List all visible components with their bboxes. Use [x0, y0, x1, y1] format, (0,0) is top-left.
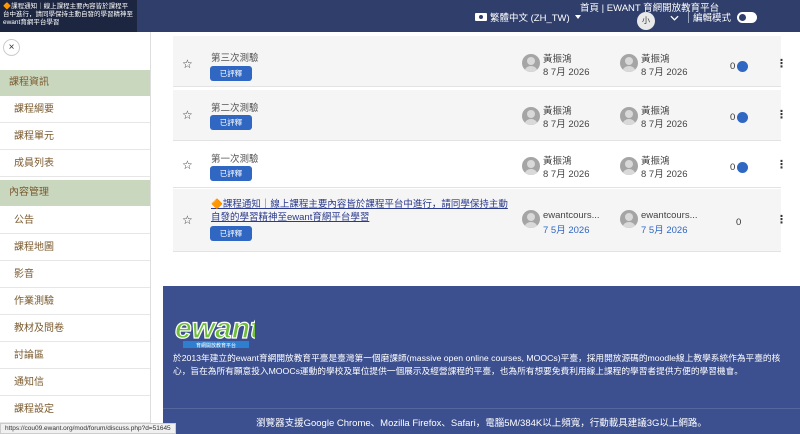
reply-count: 0	[730, 61, 736, 72]
author-avatar	[522, 107, 540, 125]
more-actions-icon[interactable]: ⋮	[776, 158, 787, 171]
last-post-date: 8 7月 2026	[641, 119, 688, 130]
sidebar-item-videos[interactable]: 影音	[0, 262, 150, 288]
more-actions-icon[interactable]: ⋮	[776, 213, 787, 226]
discussion-title-link[interactable]: 🔶課程通知｜線上課程主要內容皆於課程平台中進行，請同學保持主動自發的學習精神至e…	[211, 198, 511, 224]
sidebar-item-assignments[interactable]: 作業測驗	[0, 289, 150, 315]
edit-mode-switch[interactable]: 編輯模式	[693, 10, 758, 24]
subscribe-toggle[interactable]	[737, 61, 748, 72]
discussion-title[interactable]: 第三次測驗	[211, 50, 259, 64]
edit-mode-label: 編輯模式	[693, 13, 732, 24]
link-status-bar: https://cou09.ewant.org/mod/forum/discus…	[0, 423, 176, 434]
reply-count: 0	[730, 162, 736, 173]
discussion-list: ☆ 第三次測驗 已評釋 黃振鴻 8 7月 2026 黃振鴻 8 7月 2026 …	[151, 32, 800, 286]
svg-text:ewant: ewant	[175, 312, 255, 345]
sidebar-item-materials[interactable]: 教材及問卷	[0, 316, 150, 342]
discussion-row[interactable]: ☆ 第三次測驗 已評釋 黃振鴻 8 7月 2026 黃振鴻 8 7月 2026 …	[173, 36, 787, 87]
author-name: 黃振鴻	[543, 106, 572, 117]
footer-description: 於2013年建立的ewant育網開放教育平臺是臺灣第一個磨課師(massive …	[173, 353, 781, 376]
language-menu[interactable]: 繁體中文 (ZH_TW)	[475, 10, 581, 24]
svg-text:育網開放教育平台: 育網開放教育平台	[196, 342, 236, 349]
sidebar-item-syllabus[interactable]: 課程綱要	[0, 97, 150, 123]
edit-mode-toggle[interactable]	[737, 11, 758, 23]
browser-support-note: 瀏覽器支援Google Chrome、Mozilla Firefox、Safar…	[163, 412, 800, 434]
sidebar-section-course-info[interactable]: 課程資訊	[0, 70, 150, 96]
author-date: 8 7月 2026	[543, 119, 590, 130]
author-date[interactable]: 7 5月 2026	[543, 222, 589, 236]
author-name: 黃振鴻	[543, 54, 572, 65]
last-post-name: 黃振鴻	[641, 54, 670, 65]
sidebar-item-course-map[interactable]: 課程地圖	[0, 235, 150, 261]
last-post-name: 黃振鴻	[641, 156, 670, 167]
author-date: 8 7月 2026	[543, 67, 590, 78]
status-badge[interactable]: 已評釋	[210, 66, 252, 81]
author-name: ewantcours...	[543, 210, 600, 221]
close-sidebar-button[interactable]: ×	[3, 39, 20, 56]
discussion-row[interactable]: ☆ 第二次測驗 已評釋 黃振鴻 8 7月 2026 黃振鴻 8 7月 2026 …	[173, 90, 787, 141]
top-navbar: 🔶課程通知｜線上課程主要內容皆於課程平台中進行，請同學保持主動自發的學習精神至e…	[0, 0, 800, 32]
star-icon[interactable]: ☆	[182, 158, 193, 172]
last-post-avatar	[620, 54, 638, 72]
author-name: 黃振鴻	[543, 156, 572, 167]
status-badge[interactable]: 已評釋	[210, 115, 252, 130]
author-avatar	[522, 157, 540, 175]
status-badge[interactable]: 已評釋	[210, 226, 252, 241]
subscribe-toggle[interactable]	[737, 162, 748, 173]
reply-count: 0	[730, 112, 736, 123]
last-post-date[interactable]: 7 5月 2026	[641, 222, 687, 236]
discussion-title[interactable]: 第二次測驗	[211, 100, 259, 114]
site-footer: ewant 育網開放教育平台 於2013年建立的ewant育網開放教育平臺是臺灣…	[163, 286, 800, 434]
subscribe-toggle[interactable]	[737, 112, 748, 123]
course-notice-tab[interactable]: 🔶課程通知｜線上課程主要內容皆於課程平台中進行，請同學保持主動自發的學習精神至e…	[0, 0, 137, 32]
chevron-down-icon	[574, 15, 581, 19]
author-avatar	[522, 210, 540, 228]
language-icon	[475, 13, 487, 21]
sidebar-item-members[interactable]: 成員列表	[0, 151, 150, 177]
last-post-date: 8 7月 2026	[641, 169, 688, 180]
footer-divider	[163, 408, 800, 409]
sidebar-section-content-management[interactable]: 內容管理	[0, 180, 150, 206]
more-actions-icon[interactable]: ⋮	[776, 57, 787, 70]
sidebar-item-announcements[interactable]: 公告	[0, 208, 150, 234]
last-post-avatar	[620, 157, 638, 175]
sidebar-item-units[interactable]: 課程單元	[0, 124, 150, 150]
last-post-avatar	[620, 107, 638, 125]
last-post-name: 黃振鴻	[641, 106, 670, 117]
sidebar-item-notifications[interactable]: 通知信	[0, 370, 150, 396]
sidebar-item-forum[interactable]: 討論區	[0, 343, 150, 369]
author-avatar	[522, 54, 540, 72]
language-label: 繁體中文 (ZH_TW)	[490, 13, 570, 24]
reply-count: 0	[736, 217, 742, 228]
sidebar-item-course-settings[interactable]: 課程設定	[0, 397, 150, 423]
user-avatar[interactable]: 小	[637, 12, 655, 30]
star-icon[interactable]: ☆	[182, 213, 193, 227]
discussion-row[interactable]: ☆ 第一次測驗 已評釋 黃振鴻 8 7月 2026 黃振鴻 8 7月 2026 …	[173, 142, 787, 188]
user-menu-caret-icon[interactable]	[670, 13, 679, 23]
discussion-title[interactable]: 第一次測驗	[211, 151, 259, 165]
star-icon[interactable]: ☆	[182, 108, 193, 122]
ewant-logo: ewant 育網開放教育平台	[174, 311, 255, 349]
discussion-row[interactable]: ☆ 🔶課程通知｜線上課程主要內容皆於課程平台中進行，請同學保持主動自發的學習精神…	[173, 189, 787, 252]
last-post-avatar	[620, 210, 638, 228]
status-badge[interactable]: 已評釋	[210, 166, 252, 181]
course-sidebar: × 課程資訊 課程綱要 課程單元 成員列表 內容管理 公告 課程地圖 影音 作業…	[0, 32, 151, 434]
star-icon[interactable]: ☆	[182, 57, 193, 71]
last-post-name: ewantcours...	[641, 210, 698, 221]
last-post-date: 8 7月 2026	[641, 67, 688, 78]
more-actions-icon[interactable]: ⋮	[776, 108, 787, 121]
author-date: 8 7月 2026	[543, 169, 590, 180]
divider	[688, 11, 689, 23]
